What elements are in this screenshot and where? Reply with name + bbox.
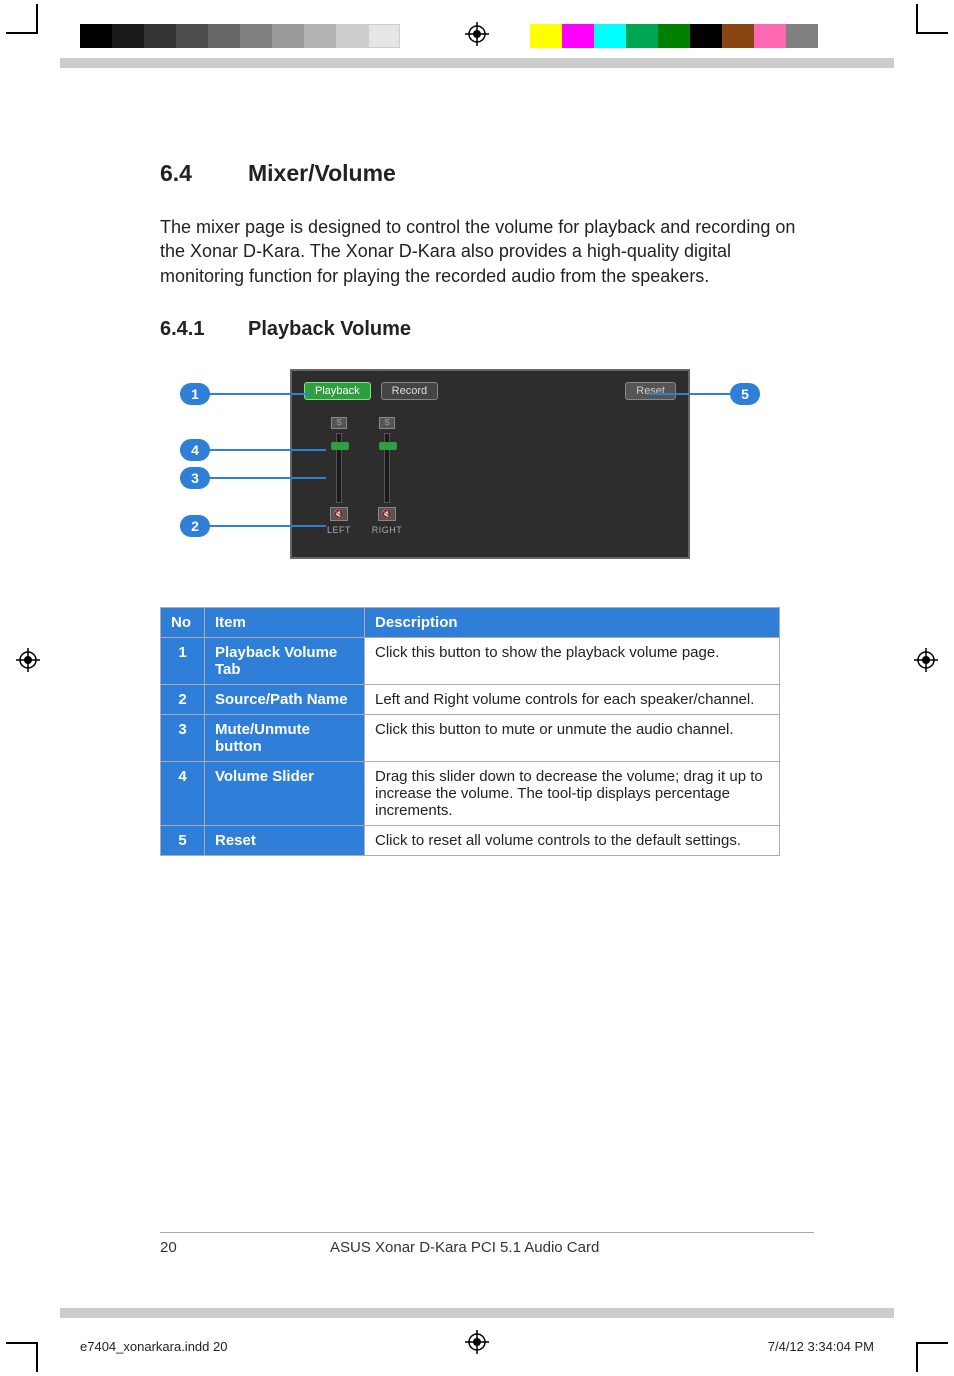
trim-gray-bar-top <box>60 58 894 68</box>
page-footer: 20 ASUS Xonar D-Kara PCI 5.1 Audio Card <box>160 1232 814 1256</box>
channel-left: S 🔇 LEFT <box>322 417 356 535</box>
mixer-window: Playback Record Reset S 🔇 LEFT S 🔇 <box>290 369 690 559</box>
cell-item: Source/Path Name <box>205 684 365 714</box>
mute-button[interactable]: 🔇 <box>330 507 348 521</box>
footer-title: ASUS Xonar D-Kara PCI 5.1 Audio Card <box>330 1239 814 1256</box>
table-row: 5 Reset Click to reset all volume contro… <box>161 825 780 855</box>
callout-line <box>210 393 310 395</box>
callout-5: 5 <box>650 383 760 405</box>
callout-line <box>650 393 730 395</box>
th-item: Item <box>205 607 365 637</box>
cell-item: Reset <box>205 825 365 855</box>
callout-3: 3 <box>180 467 326 489</box>
registration-mark-icon <box>914 648 938 672</box>
callout-2: 2 <box>180 515 326 537</box>
mixer-figure: Playback Record Reset S 🔇 LEFT S 🔇 <box>180 369 800 579</box>
cell-desc: Click this button to mute or unmute the … <box>365 714 780 761</box>
solo-button[interactable]: S <box>331 417 347 429</box>
table-row: 3 Mute/Unmute button Click this button t… <box>161 714 780 761</box>
callout-line <box>210 525 326 527</box>
record-tab[interactable]: Record <box>381 382 438 400</box>
table-row: 1 Playback Volume Tab Click this button … <box>161 637 780 684</box>
subsection-heading: 6.4.1 Playback Volume <box>160 318 814 341</box>
cell-desc: Click to reset all volume controls to th… <box>365 825 780 855</box>
registration-mark-icon <box>16 648 40 672</box>
printer-marks-top <box>0 0 954 60</box>
volume-slider[interactable] <box>384 433 390 503</box>
callout-bubble: 4 <box>180 439 210 461</box>
intro-paragraph: The mixer page is designed to control th… <box>160 215 800 288</box>
playback-tab[interactable]: Playback <box>304 382 371 400</box>
cell-no: 3 <box>161 714 205 761</box>
callout-bubble: 5 <box>730 383 760 405</box>
callout-bubble: 1 <box>180 383 210 405</box>
callout-bubble: 2 <box>180 515 210 537</box>
callout-line <box>210 477 326 479</box>
printer-marks-bottom <box>0 1316 954 1376</box>
slider-thumb[interactable] <box>331 442 349 450</box>
registration-mark-icon <box>465 22 489 46</box>
cell-desc: Drag this slider down to decrease the vo… <box>365 761 780 825</box>
cell-no: 2 <box>161 684 205 714</box>
section-title: Mixer/Volume <box>248 160 396 187</box>
registration-mark-icon <box>465 1330 489 1354</box>
channel-strip-group: S 🔇 LEFT S 🔇 RIGHT <box>322 417 404 535</box>
cell-item: Mute/Unmute button <box>205 714 365 761</box>
table-header-row: No Item Description <box>161 607 780 637</box>
subsection-number: 6.4.1 <box>160 318 248 341</box>
mute-button[interactable]: 🔇 <box>378 507 396 521</box>
solo-button[interactable]: S <box>379 417 395 429</box>
crop-mark <box>888 1342 918 1372</box>
channel-label: RIGHT <box>372 525 403 535</box>
page: 6.4 Mixer/Volume The mixer page is desig… <box>60 70 894 1306</box>
cell-item: Playback Volume Tab <box>205 637 365 684</box>
crop-mark <box>888 4 918 34</box>
section-heading: 6.4 Mixer/Volume <box>160 160 814 187</box>
callout-bubble: 3 <box>180 467 210 489</box>
slider-thumb[interactable] <box>379 442 397 450</box>
gray-swatch-strip <box>80 24 400 48</box>
table-row: 2 Source/Path Name Left and Right volume… <box>161 684 780 714</box>
mixer-tab-bar: Playback Record Reset <box>292 377 688 405</box>
volume-slider[interactable] <box>336 433 342 503</box>
th-no: No <box>161 607 205 637</box>
section-number: 6.4 <box>160 160 248 187</box>
cell-desc: Left and Right volume controls for each … <box>365 684 780 714</box>
cell-no: 1 <box>161 637 205 684</box>
cell-item: Volume Slider <box>205 761 365 825</box>
footer-rule <box>160 1232 814 1233</box>
description-table: No Item Description 1 Playback Volume Ta… <box>160 607 780 856</box>
cell-no: 4 <box>161 761 205 825</box>
cell-desc: Click this button to show the playback v… <box>365 637 780 684</box>
th-description: Description <box>365 607 780 637</box>
page-content: 6.4 Mixer/Volume The mixer page is desig… <box>160 160 814 856</box>
subsection-title: Playback Volume <box>248 318 411 341</box>
callout-1: 1 <box>180 383 310 405</box>
callout-line <box>210 449 326 451</box>
crop-mark <box>36 1342 66 1372</box>
table-row: 4 Volume Slider Drag this slider down to… <box>161 761 780 825</box>
cell-no: 5 <box>161 825 205 855</box>
channel-right: S 🔇 RIGHT <box>370 417 404 535</box>
color-swatch-strip <box>530 24 818 48</box>
callout-4: 4 <box>180 439 326 461</box>
channel-label: LEFT <box>327 525 351 535</box>
page-number: 20 <box>160 1239 330 1256</box>
crop-mark <box>36 4 66 34</box>
